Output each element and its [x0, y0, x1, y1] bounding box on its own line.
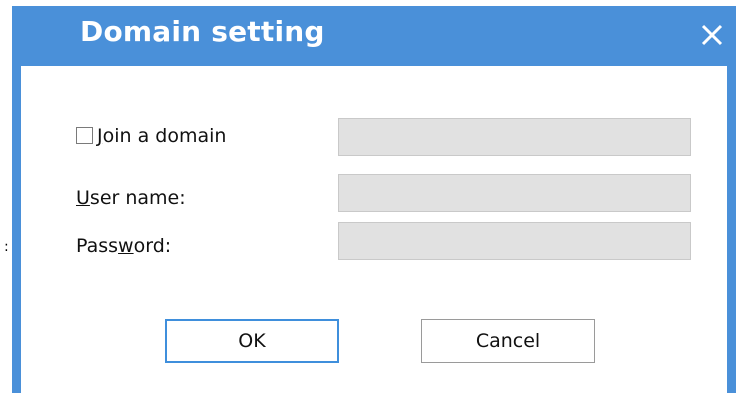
stray-mark: :	[4, 239, 9, 255]
screen: : Domain setting Join a domain User name…	[0, 0, 749, 393]
user-name-input[interactable]	[338, 174, 691, 212]
user-name-label: User name:	[76, 186, 186, 210]
password-label-after: ord:	[133, 235, 172, 257]
user-name-mnemonic: U	[76, 187, 90, 209]
password-mnemonic: w	[118, 235, 134, 257]
join-domain-checkbox[interactable]	[76, 127, 93, 144]
password-input[interactable]	[338, 222, 691, 260]
cancel-button[interactable]: Cancel	[421, 319, 595, 363]
password-label-before: Pass	[76, 235, 119, 257]
join-domain-label[interactable]: Join a domain	[97, 124, 226, 148]
title-bar: Domain setting	[12, 6, 736, 66]
domain-setting-dialog: Domain setting Join a domain User name: …	[12, 6, 736, 393]
close-button[interactable]	[692, 14, 732, 54]
user-name-label-rest: ser name:	[89, 187, 186, 209]
password-label: Password:	[76, 234, 171, 258]
join-domain-label-rest: oin a domain	[102, 125, 227, 147]
dialog-title: Domain setting	[80, 15, 325, 48]
close-icon	[701, 24, 723, 46]
domain-input[interactable]	[338, 118, 691, 156]
ok-button[interactable]: OK	[165, 319, 339, 363]
